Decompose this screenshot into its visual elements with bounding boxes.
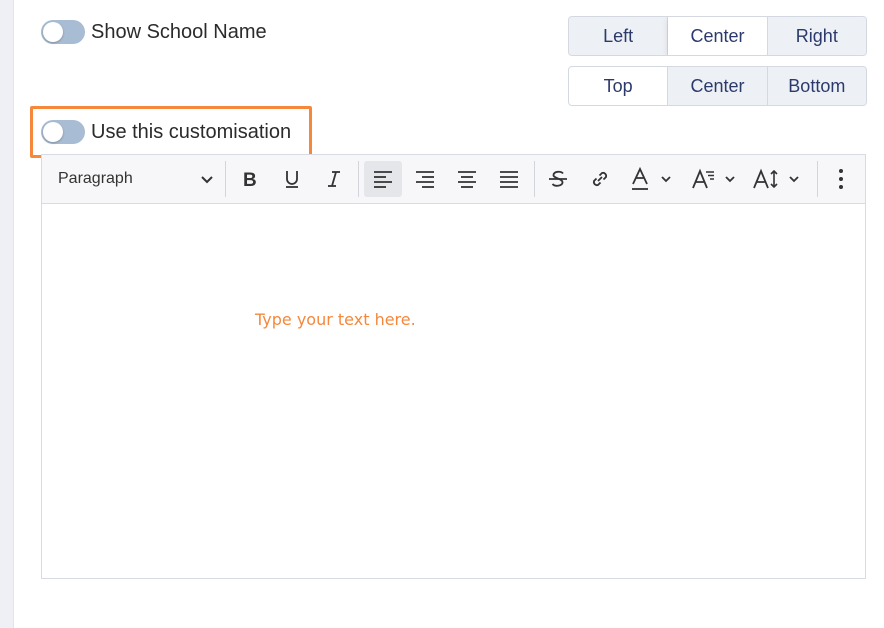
chevron-down-icon	[724, 173, 736, 185]
align-center-icon[interactable]	[448, 161, 486, 197]
show-school-name-row: Show School Name	[41, 20, 267, 44]
rich-text-editor: Paragraph B Type your text here.	[41, 154, 866, 579]
chevron-down-icon	[660, 173, 672, 185]
valign-center-option[interactable]: Center	[668, 67, 768, 105]
toolbar-divider	[817, 161, 818, 197]
block-format-value: Paragraph	[58, 170, 133, 187]
horizontal-align-group: Left Center Right	[568, 16, 867, 56]
align-center-option[interactable]: Center	[668, 17, 768, 55]
toolbar-divider	[534, 161, 535, 197]
valign-top-option[interactable]: Top	[569, 67, 669, 105]
use-customisation-toggle[interactable]	[41, 120, 85, 144]
valign-bottom-option[interactable]: Bottom	[767, 67, 866, 105]
align-left-option[interactable]: Left	[569, 17, 669, 55]
more-icon[interactable]	[824, 161, 858, 197]
use-customisation-label: Use this customisation	[91, 120, 292, 143]
text-color-icon	[629, 167, 651, 191]
show-school-name-toggle[interactable]	[41, 20, 85, 44]
svg-text:B: B	[243, 170, 257, 189]
block-format-dropdown[interactable]: Paragraph	[52, 161, 220, 197]
use-customisation-row: Use this customisation	[41, 120, 291, 144]
align-right-option[interactable]: Right	[767, 17, 866, 55]
vertical-align-group: Top Center Bottom	[568, 66, 867, 106]
link-icon[interactable]	[582, 161, 618, 197]
bold-icon[interactable]: B	[232, 161, 268, 197]
editor-toolbar: Paragraph B	[42, 155, 865, 204]
left-rail	[0, 0, 14, 628]
toggle-knob	[43, 22, 63, 42]
text-color-dropdown[interactable]	[624, 161, 676, 197]
font-size-dropdown[interactable]	[686, 161, 740, 197]
line-height-dropdown[interactable]	[748, 161, 804, 197]
align-left-icon[interactable]	[364, 161, 402, 197]
strikethrough-icon[interactable]	[540, 161, 576, 197]
toggle-knob	[43, 122, 63, 142]
italic-icon[interactable]	[316, 161, 352, 197]
toolbar-divider	[225, 161, 226, 197]
underline-icon[interactable]	[274, 161, 310, 197]
chevron-down-icon	[200, 172, 214, 186]
editor-placeholder: Type your text here.	[255, 310, 416, 329]
line-height-icon	[752, 168, 779, 190]
align-justify-icon[interactable]	[490, 161, 528, 197]
toolbar-divider	[358, 161, 359, 197]
chevron-down-icon	[788, 173, 800, 185]
show-school-name-label: Show School Name	[91, 20, 267, 43]
align-right-icon[interactable]	[406, 161, 444, 197]
font-size-icon	[691, 168, 715, 190]
editor-content-area[interactable]: Type your text here.	[42, 204, 865, 578]
